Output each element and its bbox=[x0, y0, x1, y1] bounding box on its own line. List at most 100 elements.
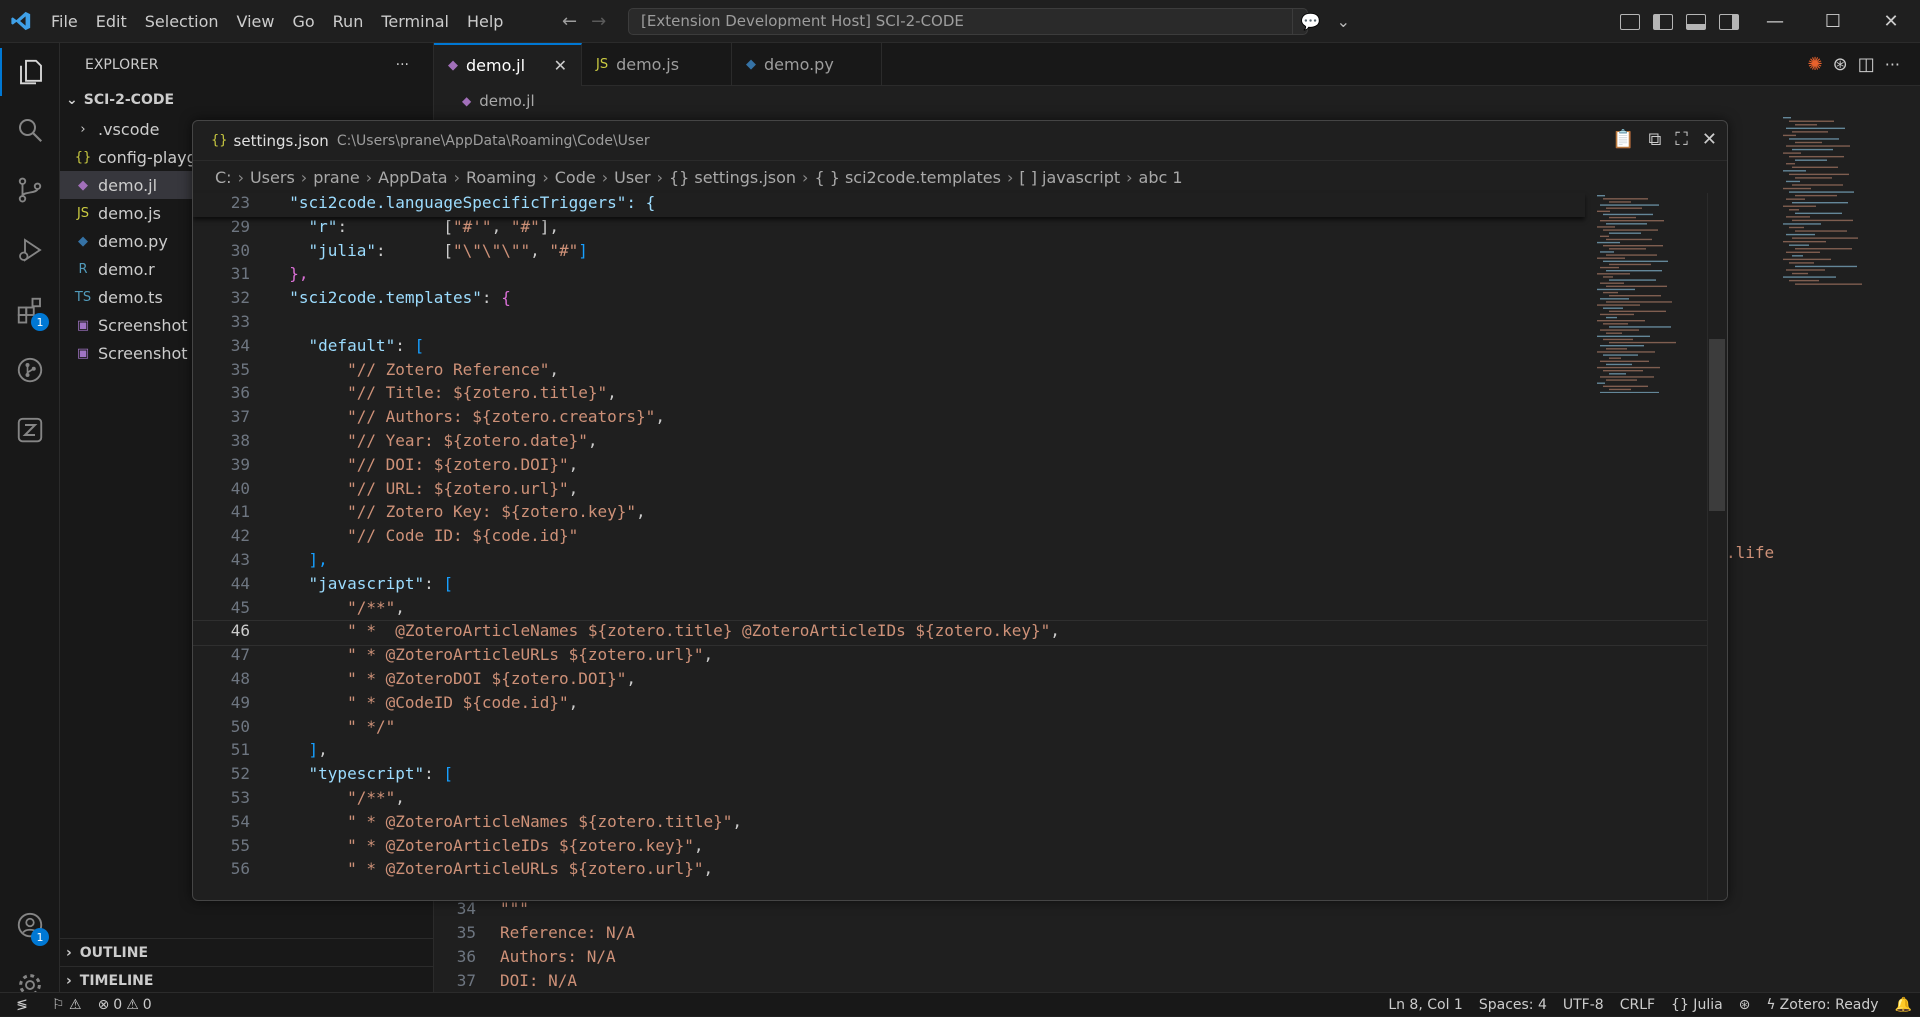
sci2code-icon[interactable]: ✺ bbox=[1808, 54, 1823, 75]
code-line[interactable]: 31 }, bbox=[193, 264, 1709, 288]
more-actions-icon[interactable]: ··· bbox=[396, 57, 409, 73]
breadcrumb-item[interactable]: abc 1 bbox=[1139, 168, 1183, 187]
code-line[interactable]: 55 " * @ZoteroArticleIDs ${zotero.key}", bbox=[193, 836, 1709, 860]
dev-host-icon[interactable]: ⚐ ⚠ bbox=[44, 997, 90, 1013]
menu-view[interactable]: View bbox=[228, 0, 284, 43]
indentation[interactable]: Spaces: 4 bbox=[1471, 997, 1555, 1013]
tab-demo-js[interactable]: JS demo.js bbox=[582, 43, 732, 86]
copilot-status-icon[interactable]: ⊛ bbox=[1731, 997, 1759, 1013]
peek-scrollbar-track[interactable] bbox=[1707, 193, 1727, 900]
code-line[interactable]: 38 "// Year: ${zotero.date}", bbox=[193, 431, 1709, 455]
minimize-icon[interactable]: — bbox=[1746, 0, 1804, 43]
menu-terminal[interactable]: Terminal bbox=[372, 0, 458, 43]
split-editor-icon[interactable]: ◫ bbox=[1858, 54, 1875, 75]
run-debug-icon[interactable] bbox=[0, 226, 60, 274]
code-line[interactable]: 30 "julia": ["\"\"\"", "#"] bbox=[193, 241, 1709, 265]
problems-indicator[interactable]: ⊗ 0 ⚠ 0 bbox=[90, 997, 160, 1013]
code-line[interactable]: 34 "default": [ bbox=[193, 336, 1709, 360]
code-line[interactable]: 37 "// Authors: ${zotero.creators}", bbox=[193, 407, 1709, 431]
accounts-icon[interactable]: 1 bbox=[0, 901, 60, 949]
menu-selection[interactable]: Selection bbox=[136, 0, 228, 43]
menu-go[interactable]: Go bbox=[283, 0, 323, 43]
code-line[interactable]: 52 "typescript": [ bbox=[193, 764, 1709, 788]
outline-section[interactable]: › OUTLINE bbox=[60, 938, 434, 966]
paste-icon[interactable]: 📋 bbox=[1612, 129, 1634, 150]
end-of-line[interactable]: CRLF bbox=[1612, 997, 1663, 1013]
breadcrumb-item[interactable]: Users bbox=[250, 168, 295, 187]
code-line[interactable]: 42 "// Code ID: ${code.id}" bbox=[193, 526, 1709, 550]
breadcrumb-item[interactable]: C: bbox=[215, 168, 232, 187]
breadcrumb-item[interactable]: {} settings.json bbox=[669, 168, 796, 187]
code-line[interactable]: 53 "/**", bbox=[193, 788, 1709, 812]
source-control-icon[interactable] bbox=[0, 166, 60, 214]
git-graph-icon[interactable] bbox=[0, 346, 60, 394]
remote-indicator-icon[interactable]: ≶ bbox=[0, 993, 44, 1017]
move-into-window-icon[interactable]: ⧉ bbox=[1648, 129, 1661, 150]
code-line[interactable]: 35 "// Zotero Reference", bbox=[193, 360, 1709, 384]
maximize-icon[interactable]: ☐ bbox=[1804, 0, 1862, 43]
back-arrow-icon[interactable]: ← bbox=[562, 11, 577, 32]
breadcrumb-item[interactable]: User bbox=[614, 168, 650, 187]
breadcrumb-item[interactable]: prane bbox=[313, 168, 360, 187]
code-line[interactable]: 49 " * @CodeID ${code.id}", bbox=[193, 693, 1709, 717]
zotero-status[interactable]: ϟ Zotero: Ready bbox=[1758, 997, 1886, 1013]
fullscreen-icon[interactable]: ⛶ bbox=[1675, 129, 1688, 150]
customize-layout-icon[interactable] bbox=[1620, 13, 1640, 30]
command-center[interactable]: [Extension Development Host] SCI-2-CODE bbox=[628, 8, 1308, 35]
toggle-secondary-sidebar-icon[interactable] bbox=[1719, 13, 1739, 30]
code-line[interactable]: 32 "sci2code.templates": { bbox=[193, 288, 1709, 312]
code-line[interactable]: 43 ], bbox=[193, 550, 1709, 574]
code-line[interactable]: 50 " */" bbox=[193, 717, 1709, 741]
explorer-icon[interactable] bbox=[0, 48, 60, 96]
breadcrumb-item[interactable]: Roaming bbox=[466, 168, 536, 187]
peek-minimap[interactable] bbox=[1593, 193, 1703, 394]
code-line[interactable]: 33 bbox=[193, 312, 1709, 336]
folder-header[interactable]: ⌄ SCI-2-CODE bbox=[60, 89, 433, 111]
code-line[interactable]: 44 "javascript": [ bbox=[193, 574, 1709, 598]
more-actions-icon[interactable]: ··· bbox=[1885, 55, 1900, 74]
tab-demo-py[interactable]: ◆ demo.py bbox=[732, 43, 882, 86]
extensions-icon[interactable]: 1 bbox=[0, 286, 60, 334]
language-mode[interactable]: {} Julia bbox=[1663, 997, 1731, 1013]
code-line[interactable]: 54 " * @ZoteroArticleNames ${zotero.titl… bbox=[193, 812, 1709, 836]
close-icon[interactable]: ✕ bbox=[554, 56, 567, 75]
breadcrumb-item[interactable]: Code bbox=[555, 168, 596, 187]
code-line[interactable]: 36 "// Title: ${zotero.title}", bbox=[193, 383, 1709, 407]
code-line[interactable]: 45 "/**", bbox=[193, 598, 1709, 622]
toggle-panel-icon[interactable] bbox=[1686, 13, 1706, 30]
notifications-icon[interactable]: 🔔 bbox=[1887, 997, 1920, 1013]
peek-scrollbar-thumb[interactable] bbox=[1709, 339, 1725, 511]
json-code[interactable]: 28 "typescript": ["/**", "//"],29 "r": [… bbox=[193, 193, 1709, 900]
tab-demo-jl[interactable]: ◆ demo.jl ✕ bbox=[434, 43, 582, 86]
cursor-position[interactable]: Ln 8, Col 1 bbox=[1380, 997, 1471, 1013]
timeline-section[interactable]: › TIMELINE bbox=[60, 966, 434, 994]
code-line[interactable]: 51 ], bbox=[193, 740, 1709, 764]
encoding[interactable]: UTF-8 bbox=[1555, 997, 1612, 1013]
forward-arrow-icon[interactable]: → bbox=[591, 11, 606, 32]
code-line[interactable]: 46 " * @ZoteroArticleNames ${zotero.titl… bbox=[193, 620, 1709, 647]
search-icon[interactable] bbox=[0, 106, 60, 154]
zotero-icon[interactable] bbox=[0, 406, 60, 454]
code-line[interactable]: 40 "// URL: ${zotero.url}", bbox=[193, 479, 1709, 503]
code-line[interactable]: 39 "// DOI: ${zotero.DOI}", bbox=[193, 455, 1709, 479]
copilot-chat-button[interactable]: 💬 ⌄ bbox=[1292, 9, 1358, 34]
breadcrumb-item[interactable]: [ ] javascript bbox=[1019, 168, 1120, 187]
breadcrumb-item[interactable]: { } sci2code.templates bbox=[814, 168, 1001, 187]
menu-file[interactable]: File bbox=[42, 0, 87, 43]
sticky-scroll-line[interactable]: 23 "sci2code.languageSpecificTriggers": … bbox=[193, 193, 1585, 217]
menu-run[interactable]: Run bbox=[324, 0, 373, 43]
editor-minimap[interactable] bbox=[1779, 115, 1899, 285]
menu-help[interactable]: Help bbox=[458, 0, 512, 43]
menu-edit[interactable]: Edit bbox=[87, 0, 136, 43]
copilot-icon[interactable]: ⊛ bbox=[1833, 54, 1848, 75]
breadcrumb-file[interactable]: demo.jl bbox=[479, 92, 534, 110]
toggle-primary-sidebar-icon[interactable] bbox=[1653, 13, 1673, 30]
code-line[interactable]: 47 " * @ZoteroArticleURLs ${zotero.url}"… bbox=[193, 645, 1709, 669]
code-line[interactable]: 41 "// Zotero Key: ${zotero.key}", bbox=[193, 502, 1709, 526]
code-line[interactable]: 29 "r": ["#'", "#"], bbox=[193, 217, 1709, 241]
breadcrumb-item[interactable]: AppData bbox=[378, 168, 447, 187]
code-line[interactable]: 48 " * @ZoteroDOI ${zotero.DOI}", bbox=[193, 669, 1709, 693]
close-icon[interactable]: ✕ bbox=[1702, 129, 1717, 150]
close-window-icon[interactable]: ✕ bbox=[1862, 0, 1920, 43]
code-line[interactable]: 56 " * @ZoteroArticleURLs ${zotero.url}"… bbox=[193, 859, 1709, 883]
